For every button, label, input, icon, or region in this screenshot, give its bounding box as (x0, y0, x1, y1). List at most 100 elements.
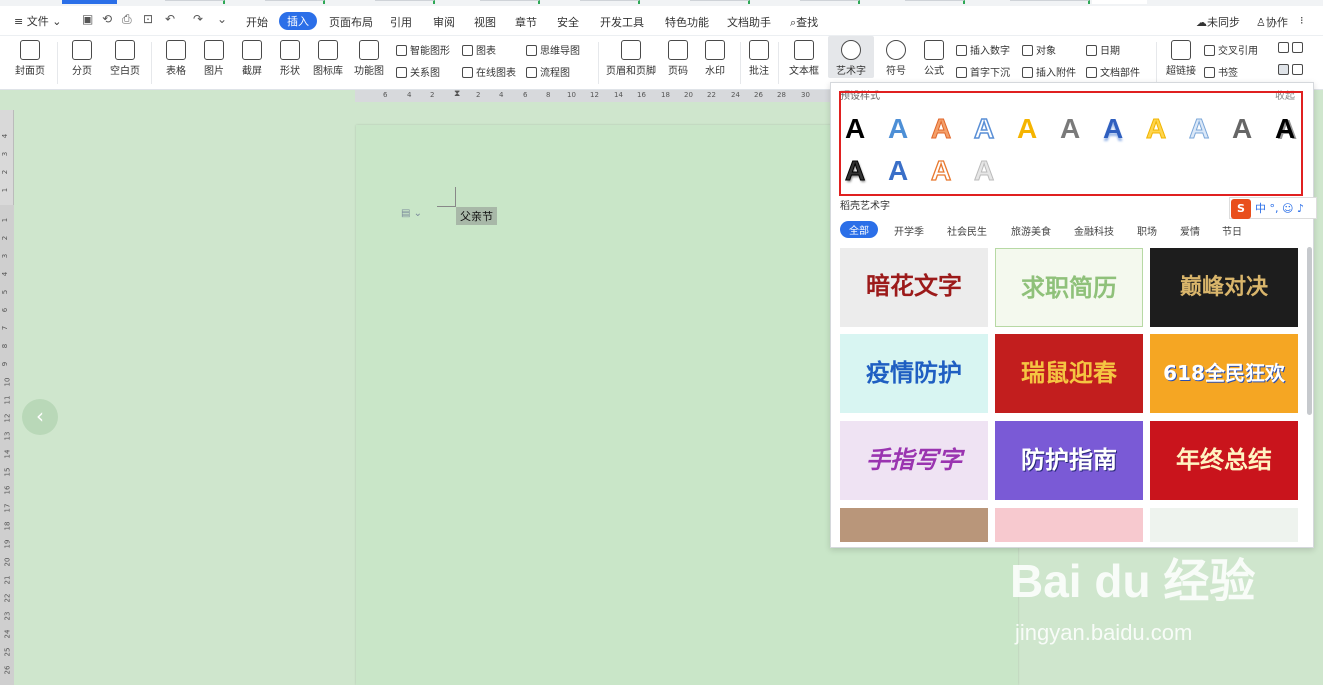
bookmark-button[interactable]: 书签 (1204, 64, 1238, 79)
template-tile[interactable]: 防护指南 (995, 421, 1143, 500)
category-festival[interactable]: 节日 (1222, 223, 1242, 238)
more-icon[interactable]: ⁝ (1300, 14, 1304, 27)
category-workplace[interactable]: 职场 (1137, 223, 1157, 238)
preset-style-6[interactable]: A (1060, 115, 1080, 143)
window-tab[interactable] (1010, 0, 1090, 4)
function-chart-button[interactable]: 功能图 (348, 36, 390, 77)
category-society[interactable]: 社会民生 (947, 223, 987, 238)
window-tab[interactable] (905, 0, 965, 4)
object-button[interactable]: 对象 (1022, 42, 1056, 57)
tab-insert[interactable]: 插入 (279, 12, 317, 30)
tab-features[interactable]: 特色功能 (665, 14, 709, 30)
template-tile[interactable]: 暗花文字 (840, 248, 988, 327)
tab-review[interactable]: 审阅 (433, 14, 455, 30)
window-tab[interactable] (580, 0, 640, 4)
tab-references[interactable]: 引用 (390, 14, 412, 30)
customize-icon[interactable]: ⌄ (217, 12, 227, 26)
preview-icon[interactable]: ⊡ (143, 12, 153, 26)
template-tile[interactable] (840, 508, 988, 542)
template-tile[interactable]: 求职简历 (995, 248, 1143, 327)
preset-style-12[interactable]: A (844, 156, 865, 185)
symbol-button[interactable]: 符号 (880, 36, 912, 77)
tab-home[interactable]: 开始 (246, 14, 268, 30)
template-tile[interactable]: 瑞鼠迎春 (995, 334, 1143, 413)
layout-control-icon[interactable] (1278, 64, 1306, 76)
paragraph-icon[interactable]: ▤ ⌄ (401, 208, 422, 219)
preset-style-11[interactable]: A (1275, 115, 1295, 143)
tab-developer[interactable]: 开发工具 (600, 14, 644, 30)
date-button[interactable]: 日期 (1086, 42, 1120, 57)
template-tile[interactable] (995, 508, 1143, 542)
attachment-button[interactable]: 插入附件 (1022, 64, 1076, 79)
prev-page-button[interactable]: ‹ (22, 399, 58, 435)
hyperlink-button[interactable]: 超链接 (1162, 36, 1200, 77)
export-icon[interactable]: ⟲ (102, 12, 112, 26)
relation-chart-button[interactable]: 关系图 (396, 64, 440, 79)
picture-button[interactable]: 图片 (196, 36, 232, 77)
preset-style-7[interactable]: A (1103, 115, 1123, 143)
preset-style-1[interactable]: A (845, 115, 865, 143)
preset-style-3[interactable]: A (930, 114, 951, 143)
page-break-button[interactable]: 分页 (64, 36, 100, 77)
category-finance[interactable]: 金融科技 (1074, 223, 1114, 238)
tab-security[interactable]: 安全 (557, 14, 579, 30)
template-tile[interactable]: 疫情防护 (840, 334, 988, 413)
watermark-button[interactable]: 水印 (698, 36, 732, 77)
smart-art-button[interactable]: 智能图形 (396, 42, 450, 57)
print-icon[interactable]: ⎙ (122, 12, 132, 27)
textbox-button[interactable]: 文本框 (784, 36, 824, 77)
preset-style-10[interactable]: A (1232, 115, 1252, 143)
category-all[interactable]: 全部 (840, 221, 878, 238)
preset-style-9[interactable]: A (1188, 114, 1209, 143)
window-tab[interactable] (690, 0, 750, 4)
preset-style-13[interactable]: A (888, 157, 908, 185)
template-tile[interactable]: 巅峰对决 (1150, 248, 1298, 327)
preset-style-8[interactable]: A (1145, 114, 1166, 143)
category-travel-food[interactable]: 旅游美食 (1011, 223, 1051, 238)
insert-number-button[interactable]: 插入数字 (956, 42, 1010, 57)
icon-library-button[interactable]: 图标库 (310, 36, 346, 77)
online-chart-button[interactable]: 在线图表 (462, 64, 516, 79)
window-tab[interactable] (375, 0, 435, 4)
comment-button[interactable]: 批注 (746, 36, 772, 77)
collab-button[interactable]: ♙协作 (1256, 14, 1288, 30)
table-button[interactable]: 表格 (158, 36, 194, 77)
selected-text[interactable]: 父亲节 (456, 207, 497, 225)
template-tile[interactable]: 618全民狂欢 (1150, 334, 1298, 413)
template-tile[interactable]: 年终总结 (1150, 421, 1298, 500)
form-control-icon[interactable] (1278, 42, 1306, 54)
panel-scrollbar[interactable] (1307, 247, 1312, 415)
file-menu[interactable]: ≡ 文件 ⌄ (14, 13, 61, 29)
page-number-button[interactable]: 页码 (662, 36, 694, 77)
cover-page-button[interactable]: 封面页 (10, 36, 50, 77)
tab-page-layout[interactable]: 页面布局 (329, 14, 373, 30)
chart-button[interactable]: 图表 (462, 42, 496, 57)
preset-style-14[interactable]: A (930, 156, 952, 185)
shape-button[interactable]: 形状 (272, 36, 308, 77)
ime-toolbar[interactable]: S中 °, ☺ ♪ (1229, 197, 1317, 219)
preset-style-2[interactable]: A (888, 115, 908, 143)
word-art-button[interactable]: 艺术字 (828, 36, 874, 78)
preset-style-15[interactable]: A (973, 156, 994, 185)
window-tab[interactable] (165, 0, 225, 4)
doc-parts-button[interactable]: 文档部件 (1086, 64, 1140, 79)
flowchart-button[interactable]: 流程图 (526, 64, 570, 79)
window-tab[interactable] (62, 0, 117, 4)
cross-ref-button[interactable]: 交叉引用 (1204, 42, 1258, 57)
mind-map-button[interactable]: 思维导图 (526, 42, 580, 57)
tab-chapter[interactable]: 章节 (515, 14, 537, 30)
template-tile[interactable]: 手指写字 (840, 421, 988, 500)
preset-style-4[interactable]: A (973, 114, 995, 144)
indent-marker-icon[interactable]: ⧗ (454, 89, 460, 99)
category-school[interactable]: 开学季 (894, 223, 924, 238)
window-tab[interactable] (480, 0, 540, 4)
horizontal-ruler[interactable]: 6 4 2 ⧗ 2 4 6 8 10 12 14 16 18 20 22 24 … (355, 89, 833, 102)
sync-status[interactable]: ☁未同步 (1196, 14, 1240, 30)
preset-style-5[interactable]: A (1017, 115, 1037, 143)
screenshot-button[interactable]: 截屏 (234, 36, 270, 77)
undo-icon[interactable]: ↶ (165, 12, 175, 26)
template-tile[interactable] (1150, 508, 1298, 542)
vertical-ruler[interactable]: 4 3 2 1 1 2 3 4 5 6 7 8 9 10 11 12 13 14… (0, 110, 14, 685)
save-icon[interactable]: ▣ (82, 12, 93, 26)
formula-button[interactable]: 公式 (918, 36, 950, 77)
